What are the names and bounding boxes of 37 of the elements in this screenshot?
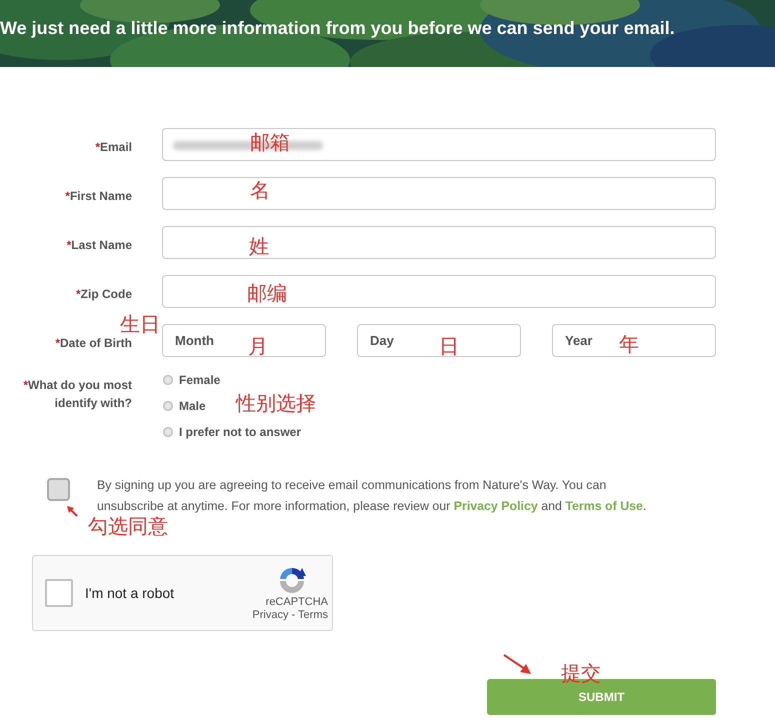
radio-button[interactable] — [163, 375, 173, 385]
radio-button[interactable] — [163, 427, 173, 437]
annotation-text: 性别选择 — [236, 393, 316, 413]
field-label: *Last Name — [66, 237, 132, 254]
terms-of-use-link[interactable]: Terms of Use — [565, 499, 643, 513]
input-field[interactable] — [162, 226, 716, 259]
radio-label: I prefer not to answer — [179, 425, 302, 439]
radio-label: Male — [179, 399, 206, 413]
annotation-text: 日 — [439, 336, 459, 356]
consent-text: By signing up you are agreeing to receive email communications from Nature's Way. You can unsubscribe at anytime. For more information, please review our Privacy Policy and Terms of Use. — [97, 477, 648, 515]
checkbox-label: I'm not a robot — [85, 585, 174, 601]
annotation-text: 姓 — [249, 236, 269, 256]
annotation-arrow — [66, 505, 78, 517]
annotation-text: 年 — [619, 334, 639, 354]
annotation-text: 邮编 — [247, 283, 287, 303]
privacy-policy-link[interactable]: Privacy Policy — [454, 499, 538, 513]
annotation-text: 名 — [250, 180, 270, 200]
annotation-text: 月 — [248, 336, 268, 356]
field-label: *What do you most identify with? — [22, 377, 132, 412]
field-label: *Date of Birth — [54, 335, 132, 352]
input-field[interactable] — [162, 275, 716, 308]
annotation-text: 生日 — [120, 314, 160, 334]
input-field[interactable] — [162, 177, 716, 210]
privacy-terms-links[interactable]: Privacy - Terms — [252, 609, 328, 622]
checkbox[interactable] — [45, 579, 73, 607]
field-label: *Zip Code — [75, 286, 132, 303]
recaptcha-label: reCAPTCHA — [266, 596, 328, 609]
annotation-text: 邮箱 — [250, 132, 290, 152]
radio-label: Female — [179, 373, 220, 387]
header-message: We just need a little more information from you before we can send your email. — [0, 18, 675, 39]
field-label: *Email — [94, 139, 132, 156]
annotation-arrow — [503, 654, 533, 676]
checkbox[interactable] — [47, 478, 70, 501]
radio-button[interactable] — [163, 401, 173, 411]
field-label: *First Name — [64, 188, 132, 205]
input-field[interactable] — [162, 128, 716, 161]
annotation-text: 勾选同意 — [88, 516, 168, 536]
